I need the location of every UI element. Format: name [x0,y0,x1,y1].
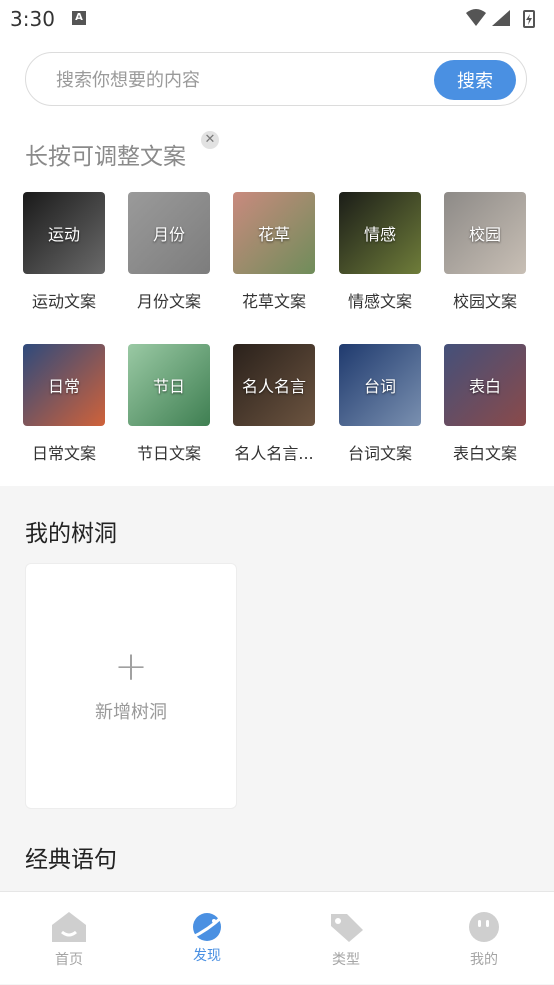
category-overlay-label: 节日 [152,377,185,396]
bottom-tab-bar: 首页 发现 类型 我的 [0,891,554,984]
category-overlay-label: 名人名言 [241,377,306,396]
hint-text: 长按可调整文案 [25,144,186,170]
tag-icon [331,914,363,942]
category-label: 节日文案 [136,444,201,463]
category-label: 台词文案 [347,444,412,463]
plus-icon: + [114,644,148,690]
category-label: 名人名言... [234,444,314,463]
tab-home[interactable]: 首页 [0,892,138,985]
category-thumbnail: 名人名言 [233,344,315,426]
search-input[interactable] [54,66,438,94]
category-overlay-label: 花草 [257,225,290,244]
category-label: 运动文案 [31,292,96,311]
category-overlay-label: 日常 [47,377,80,396]
category-thumbnail: 日常 [23,344,105,426]
category-thumbnail: 台词 [339,344,421,426]
tab-label: 类型 [332,952,360,968]
home-icon [52,912,86,942]
notification-icon: A [72,11,86,25]
category-item[interactable]: 名人名言名人名言... [231,344,317,464]
category-thumbnail: 运动 [23,192,105,274]
category-item[interactable]: 运动 运动文案 [21,192,107,312]
status-bar: 3:30 A [0,0,554,38]
face-icon [469,912,499,942]
category-overlay-label: 月份 [152,225,185,244]
category-label: 表白文案 [452,444,517,463]
category-item[interactable]: 表白 表白文案 [442,344,528,464]
add-treehole-label: 新增树洞 [95,702,167,723]
wifi-icon [466,9,486,26]
add-treehole-button[interactable]: + 新增树洞 [25,563,237,809]
planet-icon [190,913,225,941]
status-icons [466,9,535,28]
category-item[interactable]: 月份 月份文案 [126,192,212,312]
category-item[interactable]: 校园 校园文案 [442,192,528,312]
category-overlay-label: 校园 [468,225,501,244]
category-thumbnail: 节日 [128,344,210,426]
search-button[interactable]: 搜索 [434,60,516,100]
category-label: 日常文案 [31,444,96,463]
category-label: 情感文案 [347,292,412,311]
tab-types[interactable]: 类型 [277,892,415,985]
status-time: 3:30 [10,7,55,31]
tab-label: 我的 [470,952,498,968]
signal-icon [492,10,510,26]
category-overlay-label: 台词 [363,377,396,396]
category-thumbnail: 表白 [444,344,526,426]
treehole-title: 我的树洞 [25,521,117,547]
classic-title: 经典语句 [25,847,117,873]
category-item[interactable]: 日常 日常文案 [21,344,107,464]
category-label: 校园文案 [452,292,517,311]
category-thumbnail: 花草 [233,192,315,274]
category-overlay-label: 情感 [363,225,396,244]
category-item[interactable]: 节日 节日文案 [126,344,212,464]
close-icon[interactable]: ✕ [201,131,219,149]
tab-label: 首页 [55,952,83,968]
category-thumbnail: 月份 [128,192,210,274]
category-item[interactable]: 情感 情感文案 [337,192,423,312]
category-thumbnail: 校园 [444,192,526,274]
category-overlay-label: 表白 [468,377,501,396]
category-label: 花草文案 [241,292,306,311]
tab-mine[interactable]: 我的 [415,892,553,985]
category-overlay-label: 运动 [47,225,80,244]
tab-discover[interactable]: 发现 [138,892,276,985]
category-item[interactable]: 花草 花草文案 [231,192,317,312]
category-item[interactable]: 台词 台词文案 [337,344,423,464]
category-thumbnail: 情感 [339,192,421,274]
search-bar: 搜索 [25,52,527,106]
category-label: 月份文案 [136,292,201,311]
tab-label: 发现 [193,948,221,964]
